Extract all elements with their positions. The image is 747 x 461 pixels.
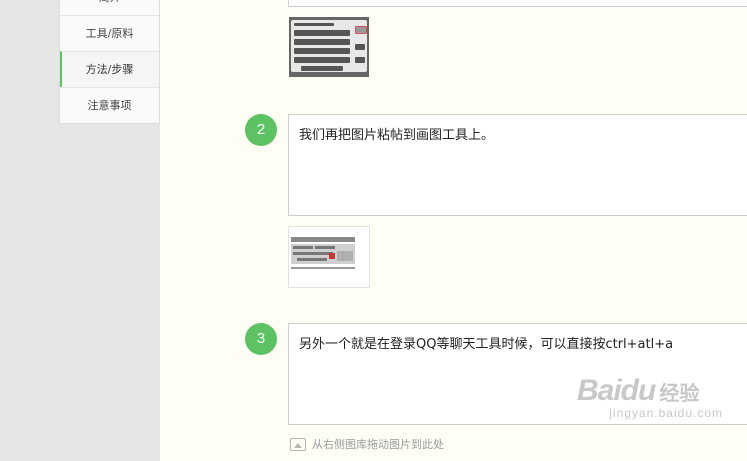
step-3-number: 3 xyxy=(245,323,277,355)
upload-hint-text: 从右侧图库拖动图片到此处 xyxy=(312,438,444,451)
sidebar-item-tools[interactable]: 工具/原料 xyxy=(60,15,159,51)
keyboard-screenshot-thumbnail[interactable] xyxy=(289,17,369,77)
sidebar-item-steps[interactable]: 方法/步骤 xyxy=(60,51,159,87)
image-icon xyxy=(290,437,306,451)
step-2-text: 我们再把图片粘帖到画图工具上。 xyxy=(299,128,495,143)
upload-hint: 从右侧图库拖动图片到此处 xyxy=(290,436,444,452)
paint-screenshot-icon xyxy=(291,237,355,269)
baidu-watermark: Baidu 经验 jingyan.baidu.com xyxy=(577,374,723,420)
step-2-textbox[interactable]: 我们再把图片粘帖到画图工具上。 xyxy=(288,114,747,216)
step-2-number: 2 xyxy=(245,114,277,146)
sidebar-nav: 简介 工具/原料 方法/步骤 注意事项 xyxy=(59,0,160,124)
step-2-image-thumbnail[interactable] xyxy=(288,226,370,288)
step-1-textbox[interactable] xyxy=(288,0,747,7)
step-3-text: 另外一个就是在登录QQ等聊天工具时候，可以直接按ctrl+atl+a xyxy=(299,337,674,352)
sidebar-item-notes[interactable]: 注意事项 xyxy=(60,87,159,123)
sidebar-item-intro[interactable]: 简介 xyxy=(60,0,159,15)
